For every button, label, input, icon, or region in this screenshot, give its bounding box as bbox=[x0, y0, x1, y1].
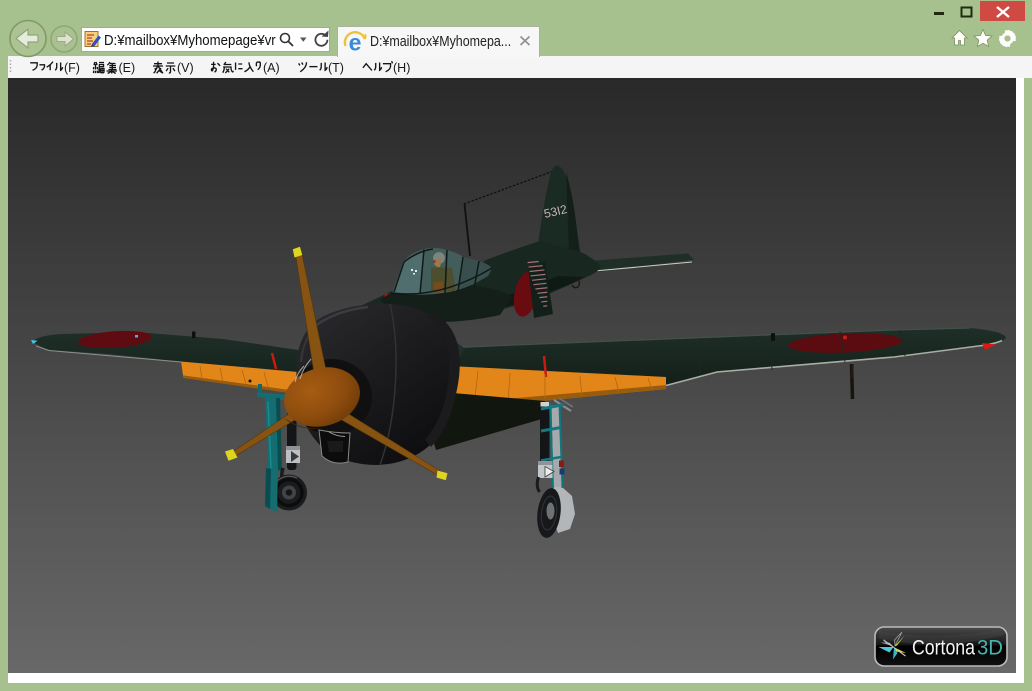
svg-text:(H): (H) bbox=[393, 61, 410, 75]
svg-text:(F): (F) bbox=[64, 61, 80, 75]
svg-text:(E): (E) bbox=[119, 61, 136, 75]
svg-text:(A): (A) bbox=[263, 61, 280, 75]
svg-text:(V): (V) bbox=[177, 61, 194, 75]
svg-text:Cortona: Cortona bbox=[912, 636, 975, 660]
svg-text:3D: 3D bbox=[977, 636, 1003, 660]
svg-text:(T): (T) bbox=[328, 61, 344, 75]
